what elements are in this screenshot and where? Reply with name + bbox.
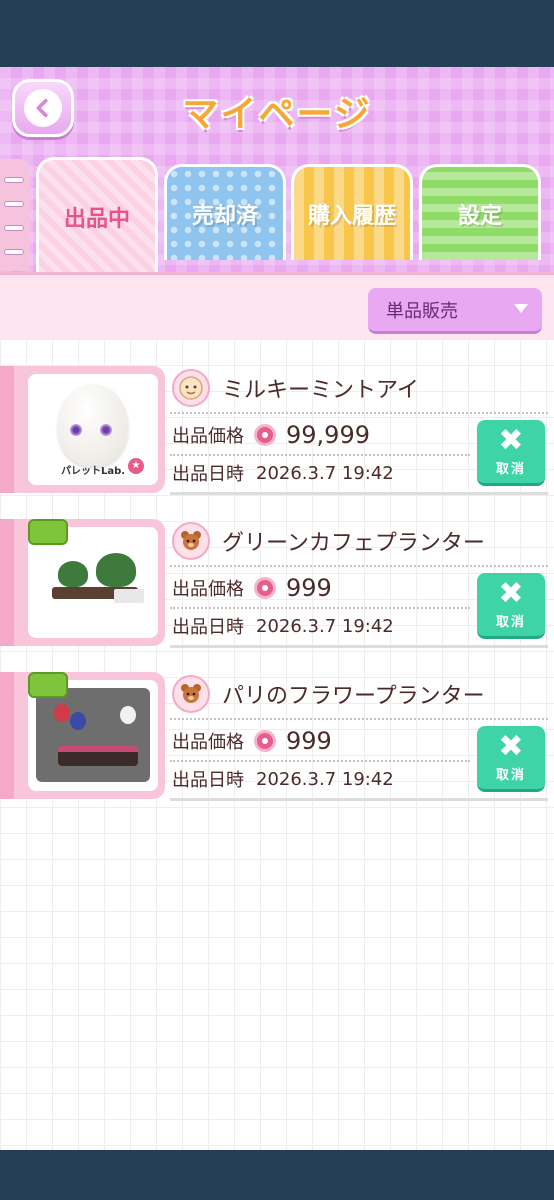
page-title: マイページ: [182, 94, 372, 135]
planter-box-image: [114, 589, 144, 603]
divider: [170, 412, 548, 414]
item-thumbnail-frame[interactable]: パレットLab. ★: [0, 366, 165, 493]
bear-icon: [172, 522, 210, 560]
eye-icon: [100, 424, 112, 436]
caret-down-icon: [514, 304, 528, 313]
price-label: 出品価格: [172, 426, 244, 447]
price-label: 出品価格: [172, 732, 244, 753]
item-date: 2026.3.7 19:42: [256, 462, 394, 484]
ring-icon: [4, 201, 24, 207]
close-icon: ✖: [498, 423, 524, 458]
tab-settings[interactable]: 設定: [419, 164, 541, 260]
item-info: パリのフラワープランター 出品価格 999 出品日時 2026.3.7 19:4…: [170, 672, 548, 804]
item-info: グリーンカフェプランター 出品価格 999 出品日時 2026.3.7 19:4…: [170, 519, 548, 651]
date-label: 出品日時: [172, 464, 244, 485]
tab-label: 設定: [457, 203, 502, 229]
tab-listing[interactable]: 出品中: [36, 157, 158, 273]
ring-icon: [4, 249, 24, 255]
item-date: 2026.3.7 19:42: [256, 615, 394, 637]
item-name: ミルキーミントアイ: [222, 378, 419, 403]
row-underline: [170, 798, 548, 801]
ring-icon: [4, 225, 24, 231]
item-thumbnail: [28, 672, 158, 791]
cancel-label: 取消: [495, 462, 526, 477]
divider: [170, 565, 548, 567]
notebook-rings: [0, 159, 30, 271]
balloon-icon: [70, 712, 86, 730]
status-bar: [0, 0, 554, 67]
item-name: パリのフラワープランター: [222, 684, 485, 709]
cancel-label: 取消: [495, 768, 526, 783]
cancel-button[interactable]: ✖ 取消: [477, 726, 545, 792]
item-thumbnail-frame[interactable]: [0, 672, 165, 799]
date-label: 出品日時: [172, 617, 244, 638]
listing-list: パレットLab. ★ ミルキーミントアイ 出品価格 99,999 出品日時 20…: [0, 339, 554, 1150]
item-price: 99,999: [286, 421, 370, 449]
flower-fence-image: [58, 746, 138, 766]
ring-icon: [4, 177, 24, 183]
filter-bar: 単品販売: [0, 272, 554, 339]
flower-planter-image: [36, 688, 150, 782]
furniture-box-icon: [28, 672, 68, 698]
tab-sold[interactable]: 売却済: [164, 164, 286, 260]
tab-label: 購入履歴: [307, 203, 396, 229]
cancel-label: 取消: [495, 615, 526, 630]
item-info: ミルキーミントアイ 出品価格 99,999 出品日時 2026.3.7 19:4…: [170, 366, 548, 498]
header: マイページ 出品中 売却済 購入履歴 設定: [0, 67, 554, 273]
donut-currency-icon: [254, 577, 276, 599]
bear-icon: [172, 675, 210, 713]
cancel-button[interactable]: ✖ 取消: [477, 420, 545, 486]
item-thumbnail: [28, 519, 158, 638]
tab-label: 出品中: [63, 206, 130, 232]
balloon-icon: [54, 704, 70, 722]
list-item: パリのフラワープランター 出品価格 999 出品日時 2026.3.7 19:4…: [0, 672, 554, 808]
sale-type-dropdown[interactable]: 単品販売: [368, 288, 542, 334]
app-screen: マイページ 出品中 売却済 購入履歴 設定 単品販売 パレットLab. ★ ミル…: [0, 67, 554, 1150]
furniture-box-icon: [28, 519, 68, 545]
divider: [170, 718, 548, 720]
close-icon: ✖: [498, 729, 524, 764]
item-thumbnail-frame[interactable]: [0, 519, 165, 646]
face-icon: [172, 369, 210, 407]
tab-label: 売却済: [191, 203, 258, 229]
item-name: グリーンカフェプランター: [222, 531, 485, 556]
date-label: 出品日時: [172, 770, 244, 791]
eye-item-image: [58, 384, 128, 466]
plant-icon: [96, 553, 136, 587]
tab-purchase-history[interactable]: 購入履歴: [291, 164, 413, 260]
donut-currency-icon: [254, 730, 276, 752]
star-icon: ★: [128, 458, 144, 474]
item-date: 2026.3.7 19:42: [256, 768, 394, 790]
eye-icon: [70, 424, 82, 436]
dropdown-value: 単品販売: [386, 300, 458, 322]
cancel-button[interactable]: ✖ 取消: [477, 573, 545, 639]
close-icon: ✖: [498, 576, 524, 611]
row-underline: [170, 492, 548, 495]
item-price: 999: [286, 727, 332, 755]
balloon-icon: [120, 706, 136, 724]
item-thumbnail: パレットLab. ★: [28, 374, 158, 485]
list-item: グリーンカフェプランター 出品価格 999 出品日時 2026.3.7 19:4…: [0, 519, 554, 655]
plant-icon: [58, 561, 88, 587]
list-item: パレットLab. ★ ミルキーミントアイ 出品価格 99,999 出品日時 20…: [0, 366, 554, 502]
price-label: 出品価格: [172, 579, 244, 600]
row-underline: [170, 645, 548, 648]
navigation-bar: [0, 1150, 554, 1200]
item-price: 999: [286, 574, 332, 602]
donut-currency-icon: [254, 424, 276, 446]
